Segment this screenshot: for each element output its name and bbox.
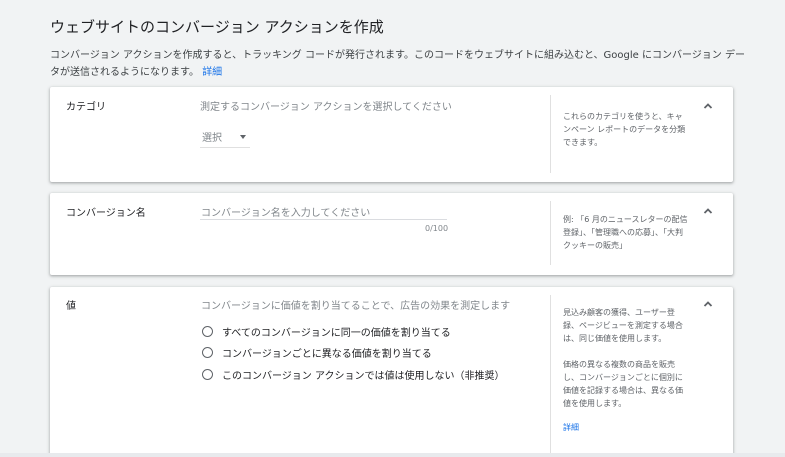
page-description: コンバージョン アクションを作成すると、トラッキング コードが発行されます。この… [50,47,750,81]
chevron-up-icon[interactable] [702,205,714,217]
value-option-none[interactable]: このコンバージョン アクションでは値は使用しない（非推奨） [202,366,504,382]
value-details-link[interactable]: 詳細 [563,422,579,433]
value-label: 値 [66,301,76,312]
value-option-label: コンバージョンごとに異なる価値を割り当てる [222,348,432,360]
conversion-name-input[interactable]: コンバージョン名を入力してください [201,204,370,219]
description-text: コンバージョン アクションを作成すると、トラッキング コードが発行されます。この… [50,50,745,78]
card-divider [550,201,551,265]
conversion-name-counter: 0/100 [425,224,449,233]
category-prompt: 測定するコンバージョン アクションを選択してください [200,102,452,113]
page-title: ウェブサイトのコンバージョン アクションを作成 [50,18,384,36]
value-option-label: すべてのコンバージョンに同一の価値を割り当てる [222,327,451,339]
value-option-different[interactable]: コンバージョンごとに異なる価値を割り当てる [202,344,432,360]
card-divider [550,95,551,173]
value-option-label: このコンバージョン アクションでは値は使用しない（非推奨） [222,370,505,382]
radio-unchecked-icon[interactable] [202,325,213,337]
category-help: これらのカテゴリを使うと、キャンペーン レポートのデータを分類できます。 [563,112,686,147]
value-prompt: コンバージョンに価値を割り当てることで、広告の効果を測定します [201,301,511,312]
details-link[interactable]: 詳細 [202,67,222,78]
value-card: 値 コンバージョンに価値を割り当てることで、広告の効果を測定します すべてのコン… [50,287,733,457]
category-select-value: 選択 [202,133,222,144]
conversion-name-label: コンバージョン名 [66,208,146,219]
value-help-same: 見込み顧客の獲得、ユーザー登録、ページビューを測定する場合は、同じ価値を使用しま… [563,308,683,343]
conversion-name-card: コンバージョン名 コンバージョン名を入力してください 0/100 例: 「6 月… [50,193,733,275]
value-help-different: 価格の異なる複数の商品を販売し、コンバージョンごとに個別に価値を記録する場合は、… [563,360,683,408]
chevron-up-icon[interactable] [702,298,714,310]
radio-unchecked-icon[interactable] [202,346,213,358]
conversion-name-underline [200,219,447,220]
bottom-scroll-strip [0,453,785,457]
conversion-name-help: 例: 「6 月のニュースレターの配信登録」、「管理職への応募」、「大判クッキーの… [563,215,688,250]
category-select[interactable]: 選択 [200,127,250,148]
category-card: カテゴリ 測定するコンバージョン アクションを選択してください 選択 これらのカ… [50,87,733,182]
card-divider [550,295,551,457]
chevron-up-icon[interactable] [702,100,714,112]
caret-down-icon [240,135,246,139]
radio-unchecked-icon[interactable] [202,368,213,380]
category-label: カテゴリ [66,102,106,113]
value-option-same[interactable]: すべてのコンバージョンに同一の価値を割り当てる [202,323,451,339]
